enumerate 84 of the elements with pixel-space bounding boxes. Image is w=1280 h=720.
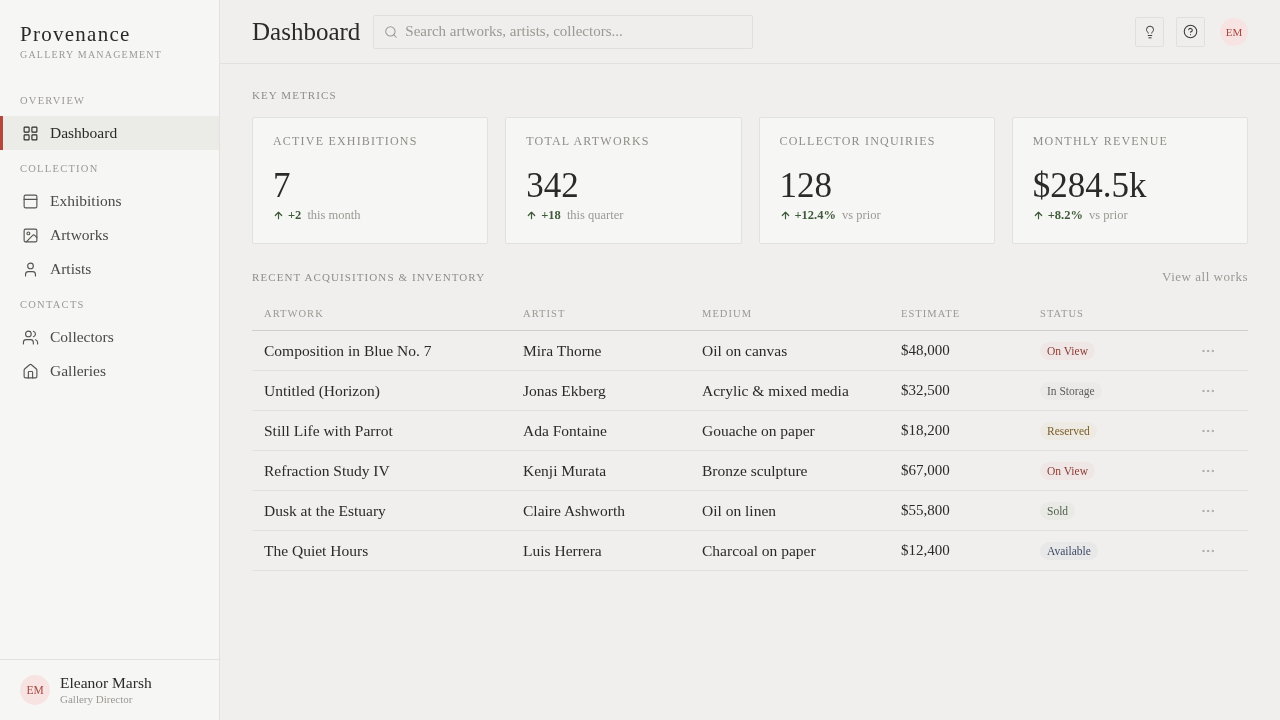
metric-label: TOTAL ARTWORKS [526, 134, 651, 148]
arrow-up-icon [1032, 209, 1044, 221]
sidebar-item[interactable]: Dashboard [0, 116, 219, 150]
table-cell-text: Kenji Murata [522, 461, 608, 480]
help-button[interactable] [1176, 16, 1205, 47]
table-cell-text: Jonas Ekberg [522, 381, 607, 400]
table-cell-text: The Quiet Hours [263, 541, 370, 560]
house-icon [22, 362, 39, 380]
table-cell-text: Untitled (Horizon) [263, 381, 381, 400]
table-cell-text: $12,400 [900, 542, 951, 559]
table-cell-text: Refraction Study IV [263, 461, 391, 480]
status-tag: Sold [1040, 501, 1076, 520]
metric-period: vs prior [842, 207, 881, 223]
brand-name: Provenance [20, 22, 132, 46]
idea-button[interactable] [1135, 16, 1164, 47]
table-cell-text: $48,000 [900, 342, 951, 359]
metric-change: +8.2% [1047, 207, 1083, 223]
table-cell-text: Bronze sculpture [701, 461, 809, 480]
status-tag: Reserved [1040, 421, 1097, 440]
metric-label: ACTIVE EXHIBITIONS [273, 134, 419, 148]
sidebar-item[interactable]: Galleries [0, 354, 219, 388]
metric-change: +2 [288, 207, 302, 223]
brand-tagline: GALLERY MANAGEMENT [20, 49, 164, 61]
status-tag: On View [1040, 461, 1095, 480]
status-tag: On View [1040, 341, 1095, 360]
table-cell-text: Luis Herrera [522, 541, 603, 560]
user-role: Gallery Director [60, 692, 134, 706]
user-avatar: EM [20, 675, 50, 705]
panel-icon [22, 192, 39, 210]
metric-value: $284.5k [1032, 166, 1148, 206]
section-title: KEY METRICS [252, 89, 338, 101]
section-title: RECENT ACQUISITIONS & INVENTORY [252, 271, 486, 283]
table-cell-text: Claire Ashworth [522, 501, 627, 520]
people-icon [22, 328, 39, 346]
arrow-up-icon [273, 209, 284, 221]
column-header: MEDIUM [701, 308, 754, 319]
table-cell-text: Dusk at the Estuary [263, 501, 387, 520]
metric-period: this quarter [566, 207, 624, 223]
column-header: ARTWORK [263, 308, 325, 319]
user-name: Eleanor Marsh [60, 674, 152, 692]
person-icon [22, 260, 39, 278]
table-cell-text: Ada Fontaine [522, 421, 608, 440]
column-header: STATUS [1039, 308, 1085, 319]
table-cell-text: Oil on canvas [701, 341, 789, 360]
metric-value: 7 [273, 166, 292, 206]
table-cell-text: Still Life with Parrot [263, 421, 394, 440]
sidebar-item[interactable]: Artists [0, 252, 219, 286]
metric-label: MONTHLY REVENUE [1032, 134, 1170, 148]
search-icon [384, 24, 399, 39]
table-cell-text: Oil on linen [701, 501, 778, 520]
table-cell-text: $67,000 [900, 462, 951, 479]
page-title: Dashboard [252, 17, 361, 46]
table-cell-text: Acrylic & mixed media [701, 381, 850, 400]
metric-change: +18 [541, 207, 561, 223]
metric-period: this month [307, 207, 361, 223]
table-cell-text: Composition in Blue No. 7 [263, 341, 433, 360]
metric-value: 342 [526, 166, 580, 206]
metric-value: 128 [779, 166, 833, 206]
arrow-up-icon [779, 209, 791, 221]
status-tag: Available [1040, 541, 1098, 560]
table-cell-text: $32,500 [900, 382, 951, 399]
metric-change: +12.4% [794, 207, 836, 223]
image-icon [22, 226, 39, 244]
nav-section-label: COLLECTION [19, 163, 100, 175]
user-avatar[interactable]: EM [1220, 17, 1248, 46]
grid-icon [22, 124, 39, 142]
nav-section-label: CONTACTS [19, 299, 86, 311]
sidebar-item[interactable]: Exhibitions [0, 184, 219, 218]
table-cell-text: Mira Thorne [522, 341, 603, 360]
search-field[interactable]: Search artworks, artists, collectors... [373, 14, 754, 49]
column-header: ESTIMATE [900, 308, 962, 319]
help-icon [1183, 24, 1198, 39]
metric-label: COLLECTOR INQUIRIES [779, 134, 937, 148]
column-header: ARTIST [522, 308, 567, 319]
metric-period: vs prior [1089, 207, 1128, 223]
table-cell-text: Charcoal on paper [701, 541, 817, 560]
sidebar-item[interactable]: Artworks [0, 218, 219, 252]
table-cell-text: Gouache on paper [701, 421, 816, 440]
status-tag: In Storage [1040, 381, 1102, 400]
table-cell-text: $55,800 [900, 502, 951, 519]
arrow-up-icon [526, 209, 538, 221]
sidebar-item[interactable]: Collectors [0, 320, 219, 354]
table-cell-text: $18,200 [900, 422, 951, 439]
nav-section-label: OVERVIEW [19, 95, 87, 107]
